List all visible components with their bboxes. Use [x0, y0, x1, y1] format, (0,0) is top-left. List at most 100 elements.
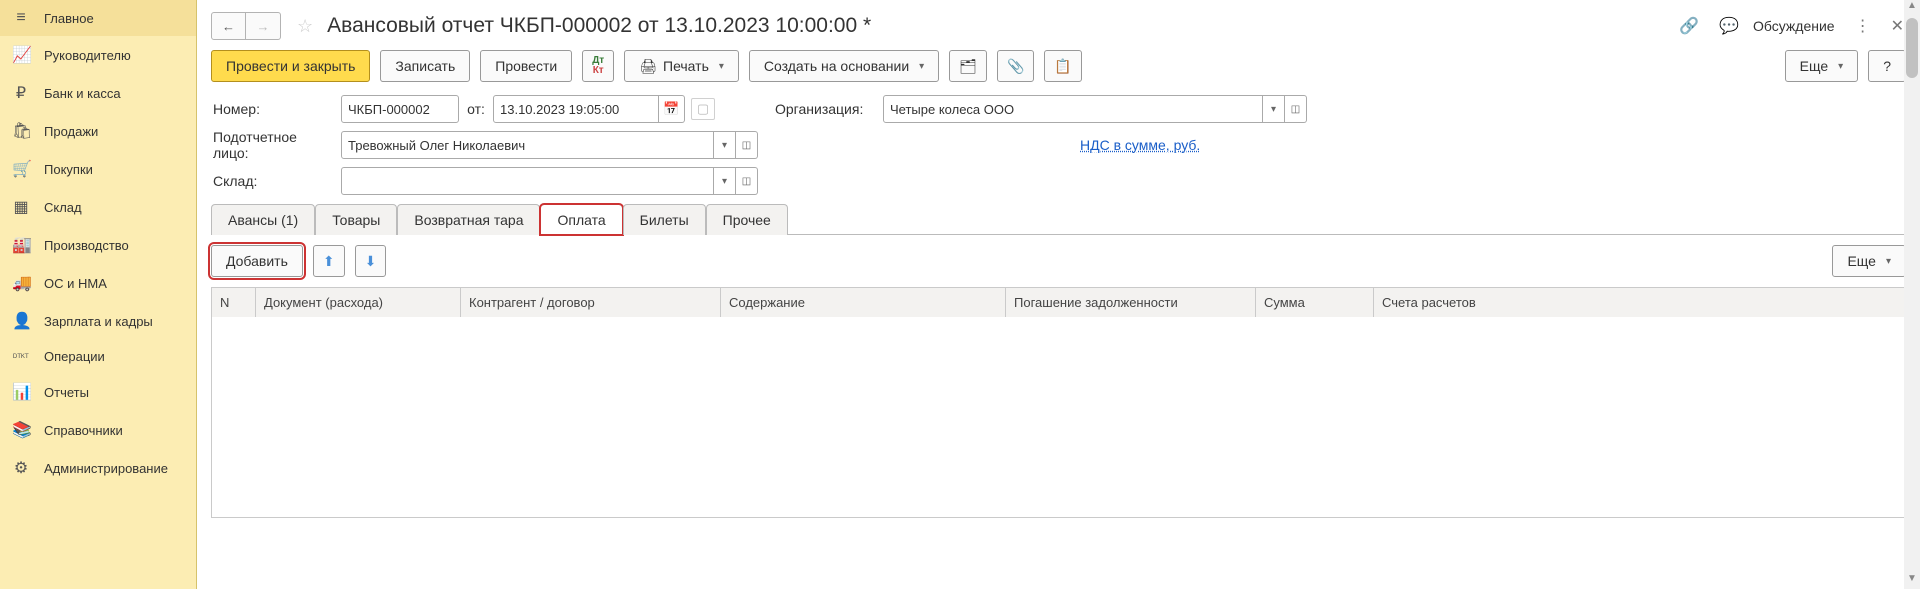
- sidebar-item-manager[interactable]: 📈Руководителю: [0, 36, 196, 74]
- date-input[interactable]: [493, 95, 659, 123]
- scroll-down-icon[interactable]: ▼: [1907, 573, 1917, 589]
- sidebar-label: Покупки: [44, 162, 93, 177]
- sidebar-item-main[interactable]: ≡ Главное: [0, 0, 196, 36]
- attach-button[interactable]: 📎: [997, 50, 1034, 82]
- tab-advances[interactable]: Авансы (1): [211, 204, 315, 235]
- scroll-up-icon[interactable]: ▲: [1907, 0, 1917, 16]
- col-document[interactable]: Документ (расхода): [256, 288, 461, 317]
- col-sum[interactable]: Сумма: [1256, 288, 1374, 317]
- sidebar-item-production[interactable]: 🏭 Производство: [0, 226, 196, 264]
- tabs: Авансы (1) Товары Возвратная тара Оплата…: [211, 204, 1906, 235]
- dialog-icon[interactable]: ▢: [691, 98, 715, 120]
- sidebar-label: Зарплата и кадры: [44, 314, 153, 329]
- col-accounts[interactable]: Счета расчетов: [1374, 288, 1905, 317]
- person-open-button[interactable]: ◫: [736, 131, 758, 159]
- truck-icon: 🚚: [12, 273, 30, 293]
- sidebar-item-dictionaries[interactable]: 📚Справочники: [0, 411, 196, 449]
- tab-tickets[interactable]: Билеты: [623, 204, 706, 235]
- tab-other[interactable]: Прочее: [706, 204, 788, 235]
- sidebar: ≡ Главное 📈Руководителю ₽Банк и касса 🛍Пр…: [0, 0, 197, 589]
- col-content[interactable]: Содержание: [721, 288, 1006, 317]
- sidebar-item-reports[interactable]: 📊Отчеты: [0, 373, 196, 411]
- nav-back-button[interactable]: ←: [212, 13, 246, 39]
- structure-button[interactable]: 🗂: [949, 50, 987, 82]
- sidebar-item-operations[interactable]: ᴰᵀᴷᵀ Операции: [0, 340, 196, 373]
- dtkt-icon: ᴰᵀᴷᵀ: [12, 352, 30, 362]
- vertical-scrollbar[interactable]: ▲ ▼: [1904, 0, 1920, 589]
- date-group: 📅: [493, 95, 685, 123]
- sidebar-item-sales[interactable]: 🛍Продажи: [0, 112, 196, 150]
- chart-icon: 📈: [12, 45, 30, 65]
- table-body[interactable]: [212, 317, 1905, 517]
- add-button[interactable]: Добавить: [211, 245, 303, 277]
- tab-payment[interactable]: Оплата: [540, 204, 622, 235]
- notes-icon: 📋: [1054, 58, 1071, 75]
- tab-more-button[interactable]: Еще: [1832, 245, 1906, 277]
- more-menu-icon[interactable]: ⋮: [1855, 16, 1871, 36]
- create-based-button[interactable]: Создать на основании: [749, 50, 939, 82]
- person-dropdown-button[interactable]: ▾: [714, 131, 736, 159]
- number-label: Номер:: [213, 101, 341, 117]
- number-input[interactable]: [341, 95, 459, 123]
- warehouse-input[interactable]: [341, 167, 714, 195]
- topbar: ← → ☆ Авансовый отчет ЧКБП-000002 от 13.…: [197, 0, 1920, 50]
- post-close-button[interactable]: Провести и закрыть: [211, 50, 370, 82]
- sidebar-label: Главное: [44, 11, 94, 26]
- person-input[interactable]: [341, 131, 714, 159]
- org-input[interactable]: [883, 95, 1263, 123]
- link-icon[interactable]: 🔗: [1679, 16, 1699, 36]
- sidebar-item-purchases[interactable]: 🛒 Покупки: [0, 150, 196, 188]
- factory-icon: 🏭: [12, 235, 30, 255]
- warehouse-open-button[interactable]: ◫: [736, 167, 758, 195]
- scroll-thumb[interactable]: [1906, 18, 1918, 78]
- menu-icon: ≡: [12, 9, 30, 27]
- org-dropdown-button[interactable]: ▾: [1263, 95, 1285, 123]
- bars-icon: 📊: [12, 382, 30, 402]
- nav-buttons: ← →: [211, 12, 281, 40]
- nds-link[interactable]: НДС в сумме, руб.: [1080, 137, 1200, 153]
- col-counterparty[interactable]: Контрагент / договор: [461, 288, 721, 317]
- discuss-icon[interactable]: 💬: [1719, 16, 1739, 36]
- sidebar-label: Склад: [44, 200, 82, 215]
- sidebar-item-admin[interactable]: ⚙Администрирование: [0, 449, 196, 487]
- sidebar-item-bank[interactable]: ₽Банк и касса: [0, 74, 196, 112]
- printer-icon: 🖨: [639, 58, 657, 75]
- calendar-button[interactable]: 📅: [659, 95, 685, 123]
- person-group: ▾ ◫: [341, 131, 758, 159]
- sidebar-label: Производство: [44, 238, 129, 253]
- arrow-up-icon: ⬆: [323, 253, 335, 270]
- sidebar-item-warehouse[interactable]: ▦Склад: [0, 188, 196, 226]
- sidebar-item-assets[interactable]: 🚚ОС и НМА: [0, 264, 196, 302]
- notes-button[interactable]: 📋: [1044, 50, 1081, 82]
- tab-goods[interactable]: Товары: [315, 204, 397, 235]
- command-bar: Провести и закрыть Записать Провести ДтК…: [211, 50, 1906, 82]
- close-icon[interactable]: ✕: [1891, 16, 1904, 36]
- person-icon: 👤: [12, 311, 30, 331]
- tab-toolbar: Добавить ⬆ ⬇ Еще: [197, 235, 1920, 287]
- org-open-button[interactable]: ◫: [1285, 95, 1307, 123]
- move-down-button[interactable]: ⬇: [355, 245, 387, 277]
- cart-icon: 🛒: [12, 159, 30, 179]
- move-up-button[interactable]: ⬆: [313, 245, 345, 277]
- col-debt[interactable]: Погашение задолженности: [1006, 288, 1256, 317]
- more-button[interactable]: Еще: [1785, 50, 1859, 82]
- sidebar-label: Операции: [44, 349, 105, 364]
- nav-forward-button[interactable]: →: [246, 13, 280, 39]
- sidebar-item-hr[interactable]: 👤 Зарплата и кадры: [0, 302, 196, 340]
- table-header: N Документ (расхода) Контрагент / догово…: [212, 287, 1905, 317]
- arrow-down-icon: ⬇: [365, 253, 377, 270]
- from-label: от:: [459, 101, 493, 117]
- dtkt-button[interactable]: ДтКт: [582, 50, 614, 82]
- favorite-star-icon[interactable]: ☆: [297, 16, 313, 37]
- org-group: ▾ ◫: [883, 95, 1307, 123]
- col-n[interactable]: N: [212, 288, 256, 317]
- paperclip-icon: 📎: [1007, 58, 1024, 75]
- discuss-label[interactable]: Обсуждение: [1753, 18, 1835, 34]
- help-button[interactable]: ?: [1868, 50, 1906, 82]
- post-button[interactable]: Провести: [480, 50, 572, 82]
- tab-return-packaging[interactable]: Возвратная тара: [397, 204, 540, 235]
- write-button[interactable]: Записать: [380, 50, 470, 82]
- sidebar-label: Справочники: [44, 423, 123, 438]
- warehouse-dropdown-button[interactable]: ▾: [714, 167, 736, 195]
- print-button[interactable]: 🖨Печать: [624, 50, 739, 82]
